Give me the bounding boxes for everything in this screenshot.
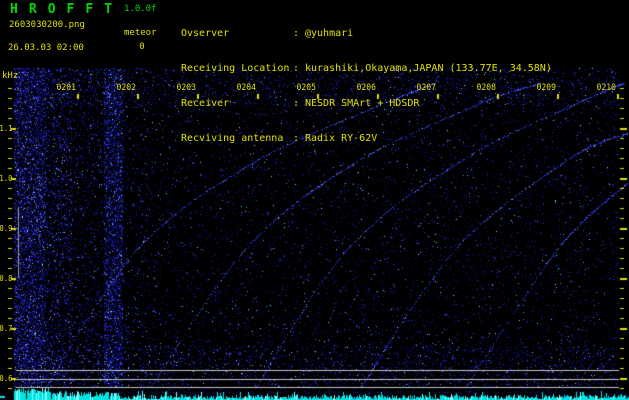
x-axis-tick-label: 0209 xyxy=(536,83,556,93)
info-label: Ovserver xyxy=(181,28,230,39)
app-version: 1.0.0f xyxy=(124,4,157,14)
y-axis-tick-label: 0.6 xyxy=(0,374,13,383)
x-axis-tick-label: 0204 xyxy=(236,83,256,93)
x-axis-tick-label: 0202 xyxy=(116,83,136,93)
x-axis-tick-label: 0201 xyxy=(56,83,76,93)
info-value: @yuhmari xyxy=(305,28,354,39)
info-separator: : xyxy=(293,133,300,144)
x-axis-tick-label: 0210 xyxy=(596,83,616,93)
app-title: H R O F F T xyxy=(10,2,114,17)
y-axis-tick-label: 0.8 xyxy=(0,274,13,283)
x-axis-tick-label: 0203 xyxy=(176,83,196,93)
info-value: NESDR SMArt + HDSDR xyxy=(305,98,420,109)
y-axis-unit-label: kHz xyxy=(2,71,19,81)
info-row-receiver: Receiver: NESDR SMArt + HDSDR xyxy=(181,98,552,111)
info-label: Recviving antenna xyxy=(181,133,284,144)
x-axis-tick-label: 0207 xyxy=(416,83,436,93)
x-axis-tick-label: 0205 xyxy=(296,83,316,93)
info-separator: : xyxy=(293,28,300,39)
meteor-label: meteor xyxy=(124,28,157,38)
info-row-location: Receiving Location: kurashiki,Okayama,JAP… xyxy=(181,63,552,76)
output-filename: 2603030200.png xyxy=(9,20,85,30)
observation-timestamp: 26.03.03 02:00 xyxy=(8,43,84,53)
meteor-count: 0 xyxy=(139,42,145,52)
hrofft-screen: H R O F F T 1.0.0f 2603030200.png meteor… xyxy=(0,0,629,400)
y-axis-tick-label: 0.7 xyxy=(0,324,13,333)
x-axis-tick-label: 0208 xyxy=(476,83,496,93)
info-row-observer: Ovserver: @yuhmari xyxy=(181,28,552,41)
info-value: kurashiki,Okayama,JAPAN (133.77E, 34.58N… xyxy=(305,63,552,74)
y-axis-tick-label: 1.0 xyxy=(0,174,13,183)
info-label: Receiver xyxy=(181,98,230,109)
y-axis-tick-label: 1.1 xyxy=(0,124,13,133)
x-axis-tick-label: 0206 xyxy=(356,83,376,93)
info-row-antenna: Recviving antenna: Radix RY-62V xyxy=(181,133,552,146)
info-separator: : xyxy=(293,63,300,74)
info-label: Receiving Location xyxy=(181,63,290,74)
info-value: Radix RY-62V xyxy=(305,133,378,144)
info-separator: : xyxy=(293,98,300,109)
y-axis-tick-label: 0.9 xyxy=(0,224,13,233)
